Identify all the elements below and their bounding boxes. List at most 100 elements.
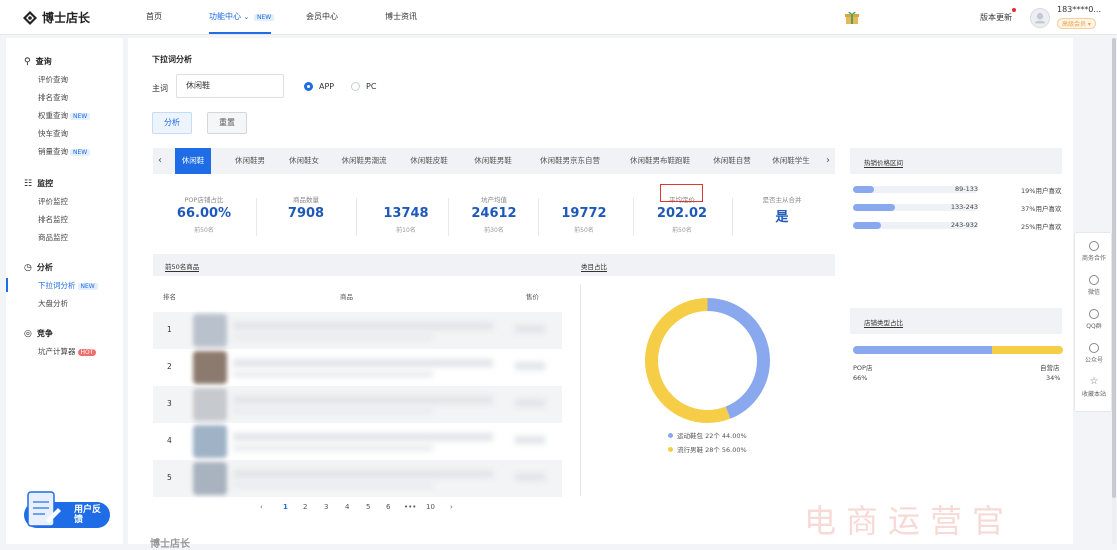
footer-logo: 博士店长 bbox=[150, 539, 190, 550]
table-row[interactable]: 4 bbox=[153, 423, 562, 460]
row-rank: 3 bbox=[167, 399, 172, 408]
row-rank: 2 bbox=[167, 362, 172, 371]
sidebar-item-rank-monitor[interactable]: 排名监控 bbox=[38, 214, 68, 225]
metric-divider bbox=[732, 198, 733, 236]
nav-feature-center[interactable]: 功能中心 ⌄ NEW bbox=[209, 11, 275, 22]
section-competition: ◎ 竞争 bbox=[24, 328, 53, 339]
pagination-next[interactable]: › bbox=[450, 503, 453, 511]
tab-item[interactable]: 休闲鞋男京东自营 bbox=[529, 148, 611, 174]
handshake-icon bbox=[1089, 241, 1099, 251]
section-title: 查询 bbox=[35, 57, 52, 66]
tool-label: QQ群 bbox=[1086, 323, 1102, 330]
avatar[interactable] bbox=[1030, 8, 1050, 28]
table-row[interactable]: 5 bbox=[153, 460, 562, 497]
sidebar-item-review-monitor[interactable]: 评价监控 bbox=[38, 196, 68, 207]
tool-label: 公众号 bbox=[1084, 357, 1103, 364]
logo[interactable]: 博士店长 bbox=[22, 9, 90, 26]
feedback-button[interactable]: 用户反馈 bbox=[18, 490, 112, 532]
pagination-page[interactable]: 2 bbox=[303, 503, 307, 511]
tab-item[interactable]: 休闲鞋男布鞋跑鞋 bbox=[619, 148, 701, 174]
nav-news[interactable]: 博士资讯 bbox=[385, 11, 417, 22]
tool-qq[interactable]: QQ群 bbox=[1075, 309, 1113, 330]
product-subtitle-blurred bbox=[233, 371, 433, 377]
tool-bookmark[interactable]: ☆ 收藏本站 bbox=[1075, 377, 1113, 399]
pagination-prev[interactable]: ‹ bbox=[260, 503, 263, 511]
nav-home[interactable]: 首页 bbox=[146, 11, 162, 22]
version-update-link[interactable]: 版本更新 bbox=[980, 12, 1012, 23]
product-title-blurred bbox=[233, 359, 493, 367]
sidebar-item-rank-query[interactable]: 排名查询 bbox=[38, 92, 68, 103]
product-title-blurred bbox=[233, 322, 493, 330]
sidebar-item-product-monitor[interactable]: 商品监控 bbox=[38, 232, 68, 243]
sidebar-item-market-analysis[interactable]: 大盘分析 bbox=[38, 298, 68, 309]
product-thumbnail[interactable] bbox=[193, 462, 227, 495]
tab-item[interactable]: 休闲鞋女 bbox=[279, 148, 329, 174]
metric-value: 202.02 bbox=[656, 206, 708, 221]
table-row[interactable]: 2 bbox=[153, 349, 562, 386]
member-level-badge[interactable]: 高级会员 ▾ bbox=[1057, 18, 1096, 29]
product-thumbnail[interactable] bbox=[193, 351, 227, 384]
chevron-left-icon[interactable]: ‹ bbox=[153, 148, 167, 174]
tool-business[interactable]: 商务合作 bbox=[1075, 241, 1113, 262]
tab-item[interactable]: 休闲鞋学生 bbox=[765, 148, 817, 174]
pagination-page[interactable]: 5 bbox=[366, 503, 370, 511]
price-range-title: 热销价格区间 bbox=[864, 159, 903, 168]
tab-item[interactable]: 休闲鞋皮鞋 bbox=[401, 148, 457, 174]
table-row[interactable]: 1 bbox=[153, 312, 562, 349]
radio-app[interactable]: APP bbox=[304, 82, 334, 91]
store-type-title: 店铺类型占比 bbox=[864, 319, 903, 328]
price-range-bar bbox=[853, 204, 895, 211]
tab-item[interactable]: 休闲鞋男鞋 bbox=[465, 148, 521, 174]
radio-pc[interactable]: PC bbox=[351, 82, 376, 91]
pagination-page[interactable]: 10 bbox=[426, 503, 435, 511]
tool-wechat[interactable]: 微信 bbox=[1075, 275, 1113, 296]
product-thumbnail[interactable] bbox=[193, 388, 227, 421]
tool-official-account[interactable]: 公众号 bbox=[1075, 343, 1113, 364]
store-pop-pct: 66% bbox=[853, 374, 868, 382]
nav-member-center[interactable]: 会员中心 bbox=[306, 11, 338, 22]
pagination-ellipsis[interactable]: ••• bbox=[404, 503, 416, 511]
pagination-page[interactable]: 1 bbox=[283, 503, 288, 511]
section-analysis: ◷ 分析 bbox=[24, 262, 53, 273]
target-icon: ◎ bbox=[24, 328, 32, 339]
price-range-header: 热销价格区间 bbox=[850, 148, 1062, 174]
user-phone[interactable]: 183****0... bbox=[1057, 5, 1101, 14]
tab-item[interactable]: 休闲鞋男潮流 bbox=[333, 148, 395, 174]
metric-divider bbox=[356, 198, 357, 236]
keyword-tabs: ‹ 休闲鞋 休闲鞋男 休闲鞋女 休闲鞋男潮流 休闲鞋皮鞋 休闲鞋男鞋 休闲鞋男京… bbox=[153, 148, 835, 174]
sidebar-item-dropdown-word-analysis[interactable]: 下拉词分析 NEW bbox=[38, 280, 98, 291]
sidebar-item-calculator[interactable]: 坑产计算器 HOT bbox=[38, 346, 97, 357]
product-thumbnail[interactable] bbox=[193, 425, 227, 458]
pagination-page[interactable]: 6 bbox=[386, 503, 390, 511]
row-rank: 5 bbox=[167, 473, 172, 482]
product-subtitle-blurred bbox=[233, 445, 433, 451]
nav-feature-label: 功能中心 bbox=[209, 12, 241, 21]
gift-icon[interactable] bbox=[844, 10, 860, 24]
product-subtitle-blurred bbox=[233, 334, 433, 340]
keyword-input[interactable]: 休闲鞋 bbox=[176, 74, 284, 98]
sidebar-item-review-query[interactable]: 评价查询 bbox=[38, 74, 68, 85]
tab-item[interactable]: 休闲鞋 bbox=[175, 148, 211, 174]
analyze-button[interactable]: 分析 bbox=[152, 112, 192, 134]
sidebar-item-express-query[interactable]: 快车查询 bbox=[38, 128, 68, 139]
tab-item[interactable]: 休闲鞋男 bbox=[225, 148, 275, 174]
price-range-label: 89-133 bbox=[954, 185, 978, 193]
metric-value: 24612 bbox=[471, 206, 517, 221]
table-row[interactable]: 3 bbox=[153, 386, 562, 423]
tab-item[interactable]: 休闲鞋自营 bbox=[707, 148, 757, 174]
nav-active-underline bbox=[209, 32, 271, 34]
pagination-page[interactable]: 4 bbox=[345, 503, 349, 511]
store-type-header: 店铺类型占比 bbox=[850, 308, 1062, 334]
metric-label: 坑产均值 bbox=[481, 196, 507, 204]
pagination-page[interactable]: 3 bbox=[324, 503, 328, 511]
metric-value: 13748 bbox=[383, 206, 429, 221]
sidebar-item-sales-query[interactable]: 销量查询 NEW bbox=[38, 146, 91, 157]
product-thumbnail[interactable] bbox=[193, 314, 227, 347]
sidebar-item-weight-query[interactable]: 权重查询 NEW bbox=[38, 110, 91, 121]
reset-button[interactable]: 重置 bbox=[207, 112, 247, 134]
new-badge: NEW bbox=[70, 113, 91, 120]
chevron-right-icon[interactable]: › bbox=[821, 148, 835, 174]
metric-label: 商品数量 bbox=[293, 196, 319, 204]
scrollbar-thumb[interactable] bbox=[1112, 38, 1116, 498]
metric-value: 7908 bbox=[287, 206, 325, 221]
